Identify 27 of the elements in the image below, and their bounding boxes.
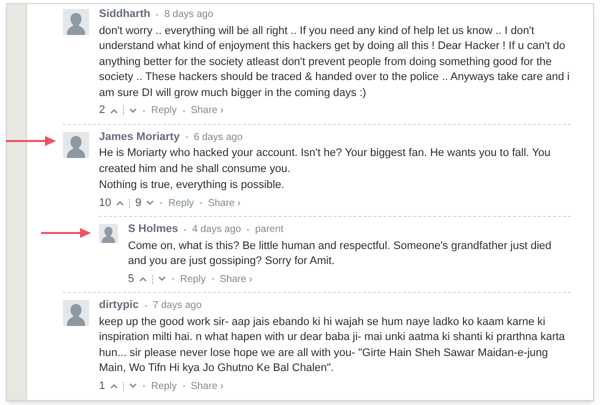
- vote-count: 9: [135, 196, 142, 210]
- reply-link[interactable]: Reply: [151, 378, 177, 394]
- comment-text: keep up the good work sir- aap jais ebando ki hi wajah se hum naye ladko ko kaam karne ki inspiration milti hai. n what hapen with ur dear baba ji- mai unki aatma ki shanti ki prarthna karta hun... sir please never lose hope we are all with you- "Girte Hain Sheh Sawar Maidan-e-jung Main, Wo Tifn Hi kya Jo Ghutno Ke Bal Chalen".: [99, 314, 566, 376]
- comment-text: He is Moriarty who hacked your account. Isn't he? Your biggest fan. He wants you to fall. You created him and he shall consume you.: [99, 146, 552, 176]
- share-link[interactable]: Share ›: [190, 378, 224, 394]
- comment-text: Come on, what is this? Be little human and respectful. Someone's grandfather just died and you are just gossiping? Sorry for Amit.: [128, 238, 552, 269]
- vote-count: 1: [99, 378, 106, 394]
- timestamp-link[interactable]: 6 days ago: [194, 130, 243, 145]
- vote-count: 5: [128, 272, 134, 286]
- vote-count: 10: [99, 196, 112, 210]
- reply-link[interactable]: Reply: [180, 272, 206, 287]
- timestamp-link[interactable]: 4 days ago: [192, 222, 242, 238]
- author-name[interactable]: James Moriarty: [99, 130, 180, 145]
- timestamp-link[interactable]: 8 days ago: [164, 7, 214, 22]
- author-name[interactable]: dirtypic: [99, 298, 139, 314]
- share-link[interactable]: Share ›: [208, 196, 241, 211]
- reply-link[interactable]: Reply: [168, 196, 194, 211]
- vote-count: 2: [99, 103, 106, 118]
- reply-link[interactable]: Reply: [151, 103, 177, 118]
- share-link[interactable]: Share ›: [220, 272, 252, 287]
- comment-text: Nothing is true, everything is possible.: [99, 178, 286, 193]
- timestamp-link[interactable]: 7 days ago: [152, 298, 202, 314]
- author-name[interactable]: S Holmes: [128, 222, 178, 238]
- parent-link[interactable]: parent: [255, 222, 284, 238]
- author-name[interactable]: Siddharth: [99, 7, 150, 22]
- share-link[interactable]: Share ›: [190, 103, 224, 118]
- comment-text: don't worry .. everything will be all right .. If you need any kind of help let us know .. I don't understand what kind of enjoyment this hackers get by doing all this ! Dear Hacker ! If u can't do anything better for the society atleast don't prevent people from doing something good for the society .. These hackers should be traced & handed over to the police .. Anyways take care and i am sure DI will grow much bigger in the coming days :): [99, 24, 571, 100]
